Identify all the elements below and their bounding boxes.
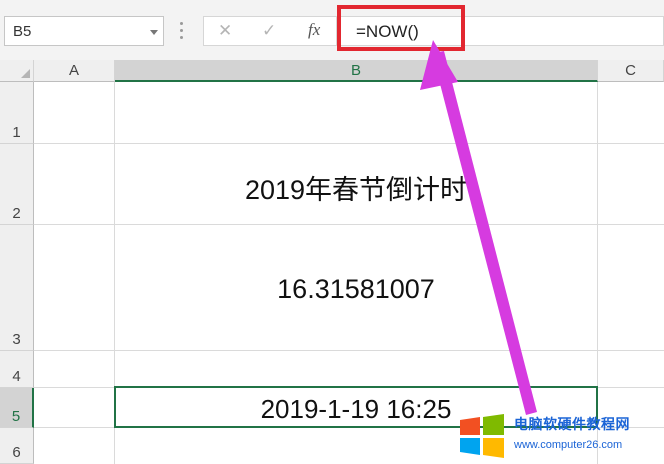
watermark-title: 电脑软硬件教程网 (514, 416, 630, 432)
watermark-url: www.computer26.com (514, 439, 623, 451)
windows-logo-icon (460, 414, 504, 458)
annotation-arrow (420, 40, 537, 415)
